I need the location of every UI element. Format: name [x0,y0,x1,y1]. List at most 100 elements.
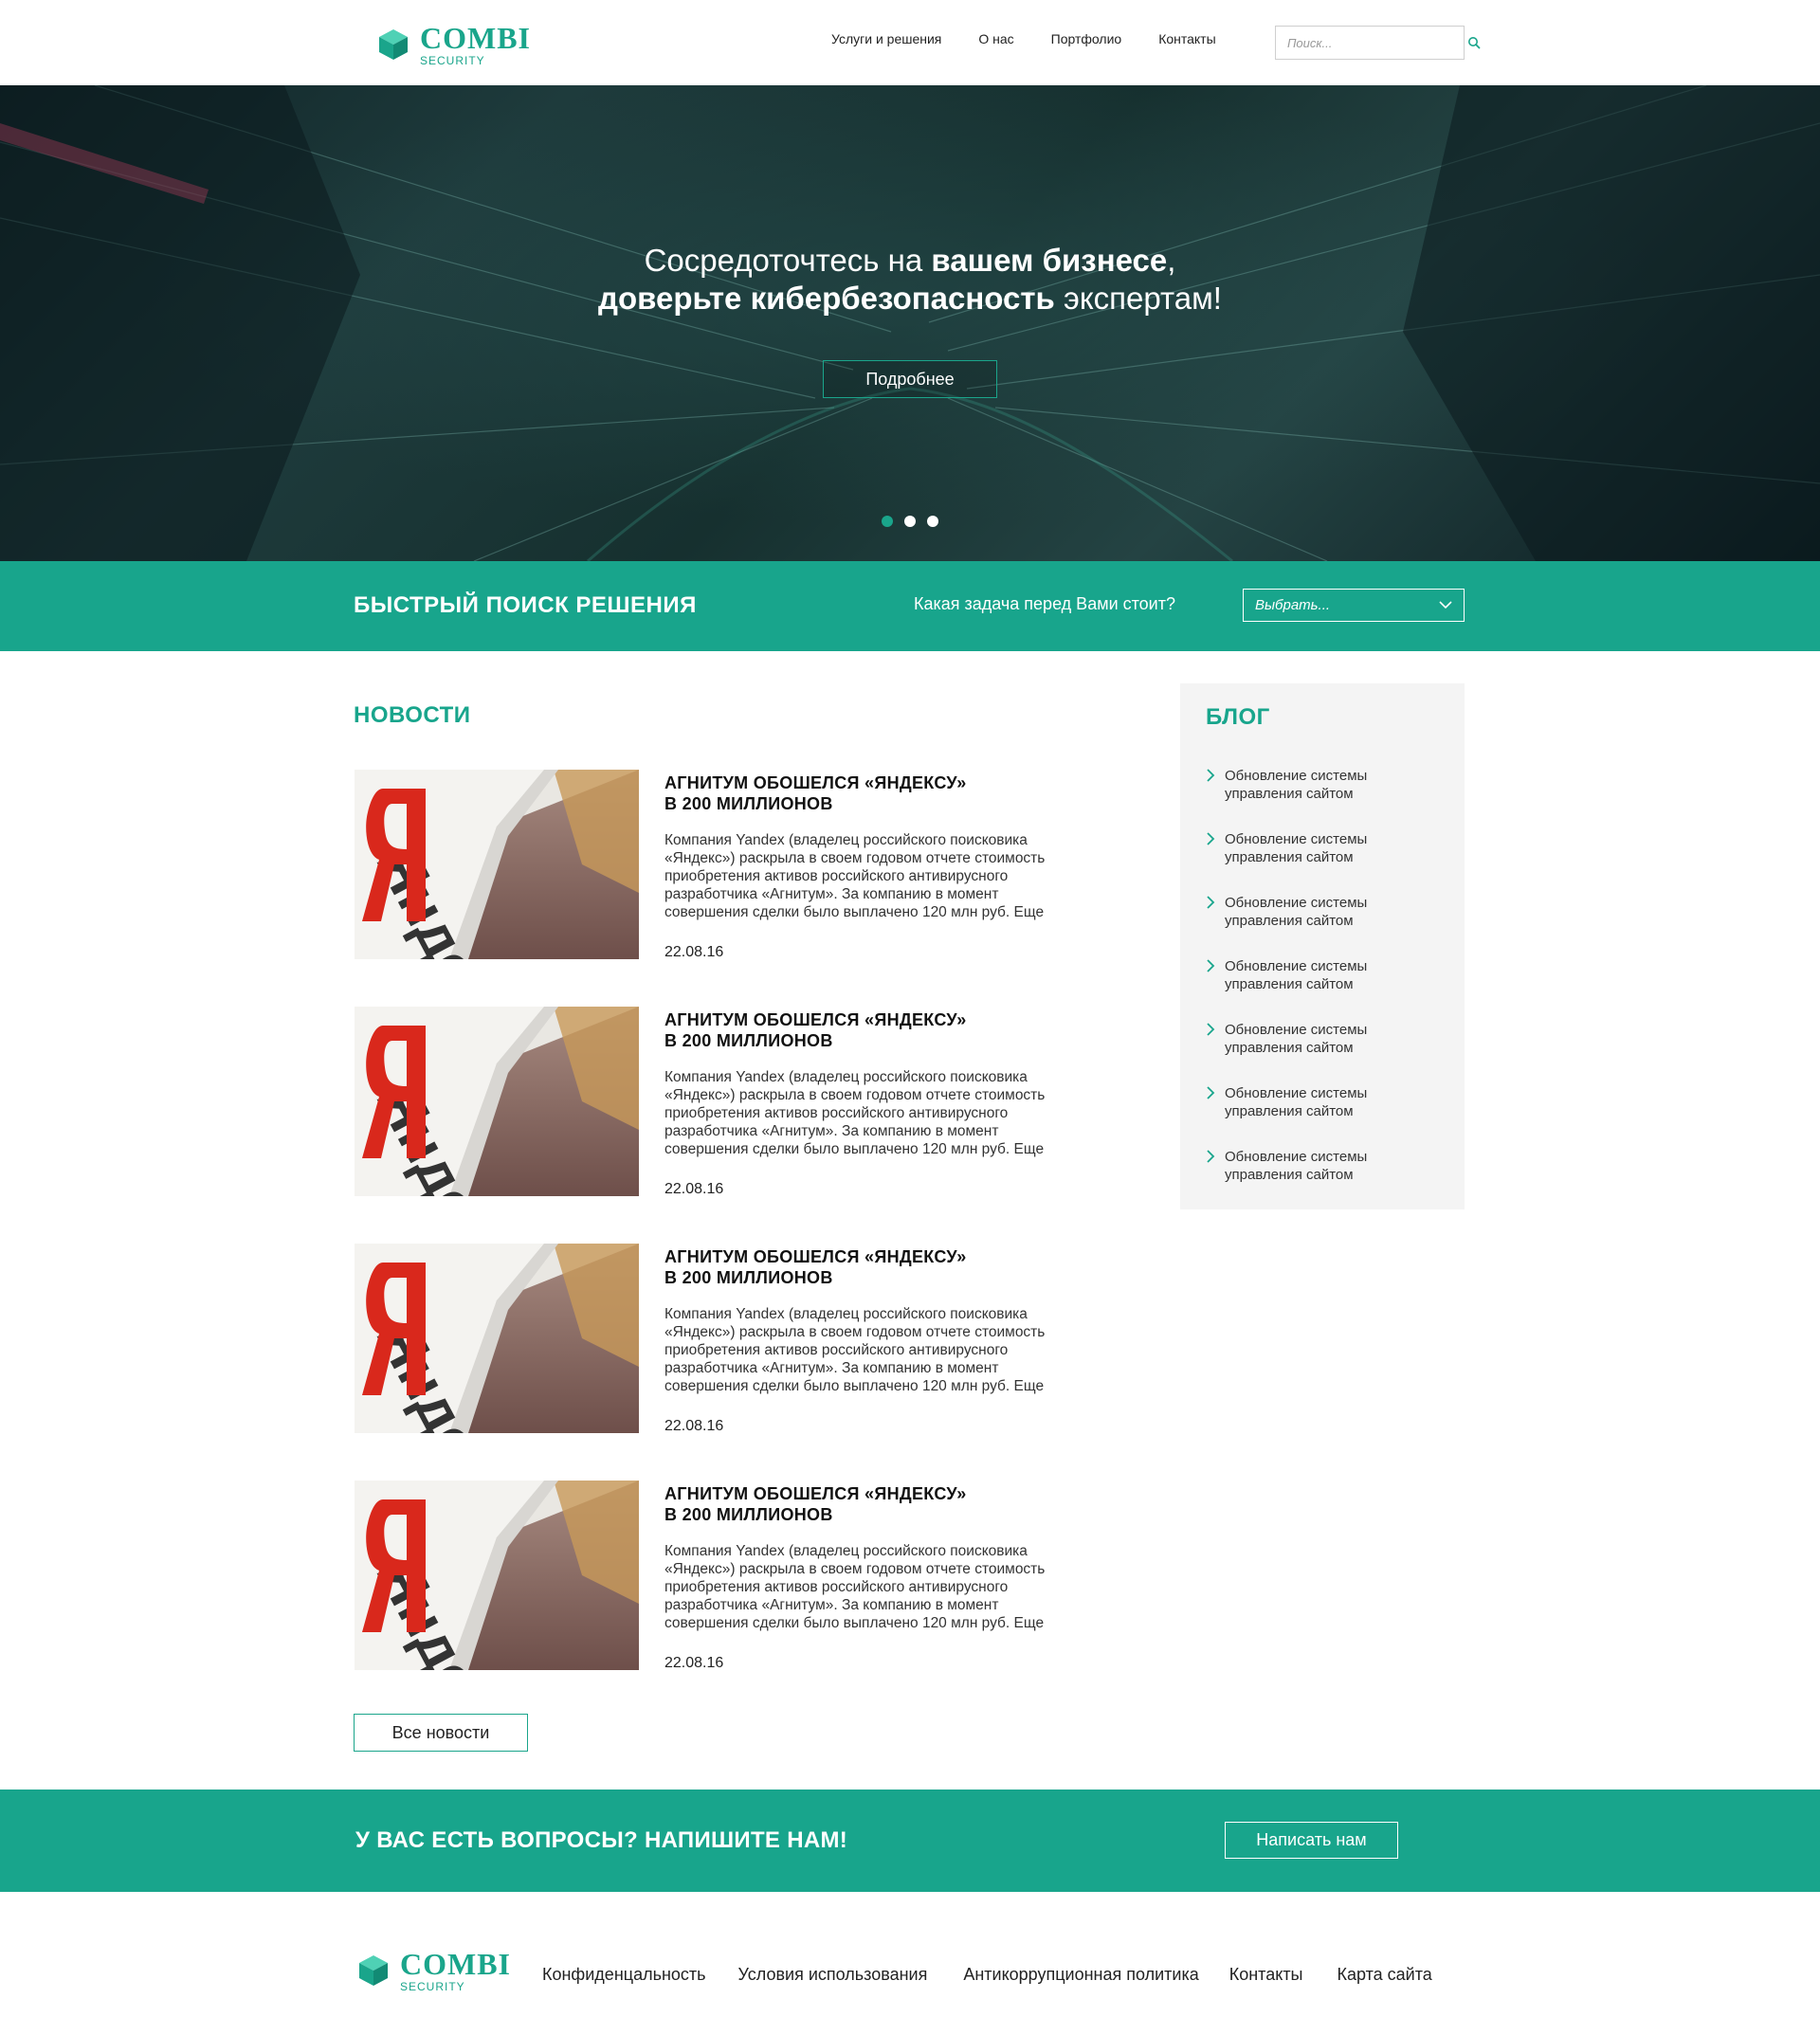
all-news-button[interactable]: Все новости [354,1714,528,1752]
news-image[interactable]: Яндекс [355,770,639,959]
nav-about[interactable]: О нас [978,31,1013,46]
slider-dot-2[interactable] [904,516,916,527]
news-date: 22.08.16 [664,1655,724,1671]
chevron-right-icon [1207,959,1215,972]
blog-item-line1: Обновление системы [1225,895,1368,911]
blog-item[interactable]: Обновление системы управления сайтом [1206,957,1452,1021]
blog-item-line2: управления сайтом [1225,786,1354,802]
chevron-right-icon [1207,832,1215,845]
news-excerpt: Компания Yandex (владелец российского по… [664,831,1082,921]
news-excerpt-line: разработчика «Агнитум». За компанию в мо… [664,1360,999,1376]
news-excerpt-line: «Яндекс») раскрыла в своем годовом отчет… [664,850,1046,866]
search-button[interactable] [1467,27,1481,59]
news-image[interactable]: Яндекс [355,1007,639,1196]
blog-item-line2: управления сайтом [1225,1167,1354,1183]
quick-search-question: Какая задача перед Вами стоит? [914,594,1175,613]
site-header: COMBI SECURITY Услуги и решения О нас По… [0,0,1820,85]
news-excerpt-line: Компания Yandex (владелец российского по… [664,1069,1028,1085]
news-photo: Яндекс [355,1481,639,1670]
news-date: 22.08.16 [664,1418,724,1434]
news-excerpt-line: приобретения активов российского антивир… [664,1342,1009,1358]
news-excerpt: Компания Yandex (владелец российского по… [664,1068,1082,1158]
nav-contacts[interactable]: Контакты [1158,31,1215,46]
news-excerpt-line: совершения сделки было выплачено 120 млн… [664,1615,1045,1631]
blog-item-line2: управления сайтом [1225,913,1354,929]
blog-list: Обновление системы управления сайтом Обнов… [1206,767,1452,1211]
news-excerpt-line: «Яндекс») раскрыла в своем годовом отчет… [664,1561,1046,1577]
news-item: Яндекс АГНИТУМ ОБОШЕЛСЯ «ЯНДЕКСУ» В 200 … [355,770,1094,960]
blog-item-line1: Обновление системы [1225,958,1368,974]
nav-services[interactable]: Услуги и решения [831,31,941,46]
blog-item-line1: Обновление системы [1225,1022,1368,1038]
hero-title: Сосредоточтесь на вашем бизнесе, доверьт… [0,242,1820,318]
blog-item[interactable]: Обновление системы управления сайтом [1206,1148,1452,1211]
blog-item[interactable]: Обновление системы управления сайтом [1206,767,1452,830]
quick-search-bar: БЫСТРЫЙ ПОИСК РЕШЕНИЯ Какая задача перед… [0,561,1820,651]
blog-item-line2: управления сайтом [1225,1040,1354,1056]
hero-banner: Сосредоточтесь на вашем бизнесе, доверьт… [0,85,1820,561]
news-image[interactable]: Яндекс [355,1481,639,1670]
blog-item[interactable]: Обновление системы управления сайтом [1206,894,1452,957]
footer-link-sitemap[interactable]: Карта сайта [1338,1965,1432,1985]
news-date: 22.08.16 [664,1181,724,1197]
hero-line1-bold: вашем бизнесе [931,243,1168,278]
blog-item[interactable]: Обновление системы управления сайтом [1206,1021,1452,1084]
footer-logo-sub: SECURITY [400,1980,465,1993]
blog-item-line2: управления сайтом [1225,976,1354,992]
blog-item-line1: Обновление системы [1225,831,1368,847]
news-date: 22.08.16 [664,944,724,960]
footer-link-terms[interactable]: Условия использования [738,1965,928,1985]
news-title[interactable]: АГНИТУМ ОБОШЕЛСЯ «ЯНДЕКСУ» В 200 МИЛЛИОН… [664,1246,1063,1288]
slider-dot-3[interactable] [927,516,938,527]
news-title[interactable]: АГНИТУМ ОБОШЕЛСЯ «ЯНДЕКСУ» В 200 МИЛЛИОН… [664,1483,1063,1525]
chevron-right-icon [1207,1086,1215,1099]
hero-more-button[interactable]: Подробнее [823,360,997,398]
news-excerpt-line: приобретения активов российского антивир… [664,1579,1009,1595]
footer-link-contacts[interactable]: Контакты [1229,1965,1303,1985]
nav-portfolio[interactable]: Портфолио [1051,31,1122,46]
blog-item-line1: Обновление системы [1225,768,1368,784]
search-input[interactable] [1276,27,1467,59]
news-image[interactable]: Яндекс [355,1244,639,1433]
news-photo: Яндекс [355,1007,639,1196]
news-excerpt-line: «Яндекс») раскрыла в своем годовом отчет… [664,1324,1046,1340]
logo-brand: COMBI [420,21,531,55]
hero-background-image [0,85,1820,561]
header-logo[interactable]: COMBI SECURITY [376,23,531,66]
chevron-right-icon [1207,1150,1215,1163]
news-excerpt-line: «Яндекс») раскрыла в своем годовом отчет… [664,1087,1046,1103]
news-excerpt-line: Компания Yandex (владелец российского по… [664,1306,1028,1322]
chevron-right-icon [1207,1023,1215,1036]
hero-line1-end: , [1167,243,1176,278]
chevron-right-icon [1207,896,1215,909]
news-excerpt-line: совершения сделки было выплачено 120 млн… [664,904,1045,920]
footer-link-privacy[interactable]: Конфиденцальность [542,1965,706,1985]
news-title[interactable]: АГНИТУМ ОБОШЕЛСЯ «ЯНДЕКСУ» В 200 МИЛЛИОН… [664,772,1063,814]
contact-cta-bar: У ВАС ЕСТЬ ВОПРОСЫ? НАПИШИТЕ НАМ! Написа… [0,1790,1820,1892]
blog-section-title: БЛОГ [1206,704,1270,730]
chevron-right-icon [1207,769,1215,782]
news-excerpt-line: разработчика «Агнитум». За компанию в мо… [664,1123,999,1139]
search-icon [1468,37,1481,49]
news-excerpt-line: Компания Yandex (владелец российского по… [664,832,1028,848]
news-excerpt-line: совершения сделки было выплачено 120 млн… [664,1378,1045,1394]
task-select[interactable]: Выбрать... [1243,589,1465,622]
footer-logo[interactable]: COMBI SECURITY [356,1949,511,1992]
blog-item[interactable]: Обновление системы управления сайтом [1206,1084,1452,1148]
cta-title: У ВАС ЕСТЬ ВОПРОСЫ? НАПИШИТЕ НАМ! [355,1827,848,1853]
slider-dot-1[interactable] [882,516,893,527]
blog-item[interactable]: Обновление системы управления сайтом [1206,830,1452,894]
footer-link-anticorruption[interactable]: Антикоррупционная политика [963,1965,1198,1985]
news-title[interactable]: АГНИТУМ ОБОШЕЛСЯ «ЯНДЕКСУ» В 200 МИЛЛИОН… [664,1009,1063,1051]
news-excerpt-line: Компания Yandex (владелец российского по… [664,1543,1028,1559]
site-footer: COMBI SECURITY Конфиденцальность Условия… [0,1892,1820,2035]
news-photo: Яндекс [355,770,639,959]
search-box [1275,26,1481,60]
blog-item-line2: управления сайтом [1225,849,1354,865]
write-us-button[interactable]: Написать нам [1225,1822,1398,1859]
news-photo: Яндекс [355,1244,639,1433]
news-excerpt-line: приобретения активов российского антивир… [664,868,1009,884]
hero-line1-normal: Сосредоточтесь на [644,243,932,278]
slider-dots [882,516,938,527]
news-item: Яндекс АГНИТУМ ОБОШЕЛСЯ «ЯНДЕКСУ» В 200 … [355,1244,1094,1434]
